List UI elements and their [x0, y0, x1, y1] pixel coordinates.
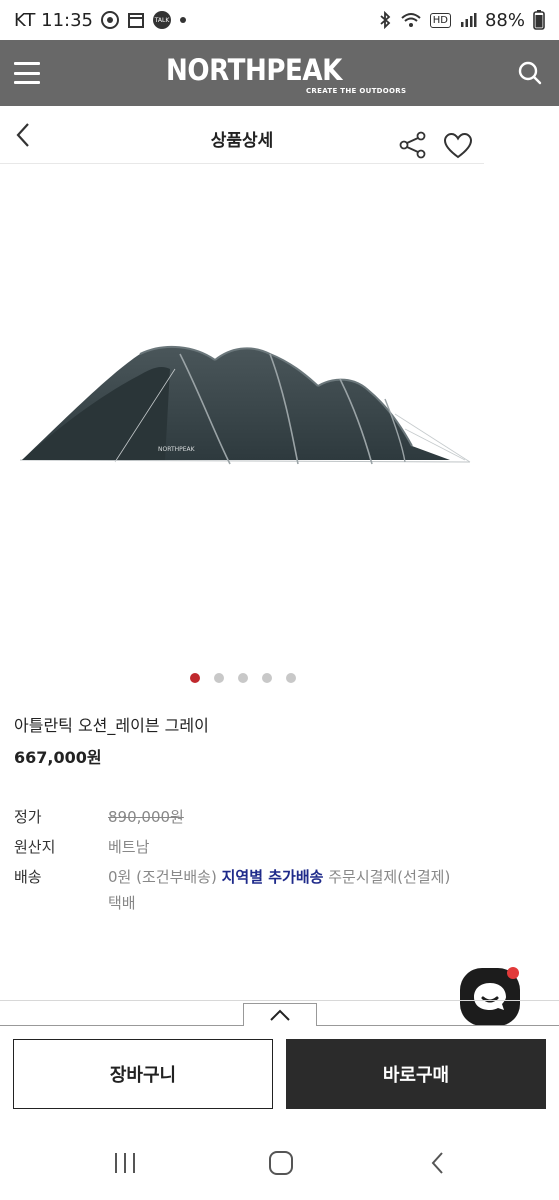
recent-apps-icon[interactable]	[105, 1147, 145, 1179]
divider	[0, 1000, 559, 1001]
carousel-dot-1[interactable]	[189, 673, 200, 683]
list-price-value: 890,000원	[108, 808, 184, 826]
talk-icon: TALK	[153, 11, 171, 29]
bluetooth-icon	[378, 11, 392, 29]
origin-label: 원산지	[14, 838, 56, 856]
product-image[interactable]: NORTHPEAK	[0, 164, 559, 664]
chevron-up-icon	[270, 1009, 290, 1021]
logo-text: NORTHPEAK CREATE THE OUTDOORS	[166, 55, 406, 95]
carousel-dot-4[interactable]	[261, 673, 272, 683]
brand-tagline: CREATE THE OUTDOORS	[306, 87, 407, 95]
hd-icon: HD	[429, 12, 451, 28]
shipping-label: 배송	[14, 868, 42, 886]
info-row-list-price: 정가 890,000원	[14, 806, 464, 828]
info-row-shipping: 배송 0원 (조건부배송) 지역별 추가배송 주문시결제(선결제)	[14, 866, 464, 888]
calendar-icon	[127, 11, 145, 29]
menu-line	[14, 81, 40, 84]
search-icon[interactable]	[517, 60, 543, 86]
hamburger-menu-button[interactable]	[14, 62, 40, 84]
brand-logo[interactable]: NORTHPEAK CREATE THE OUTDOORS	[160, 48, 406, 102]
carousel-dot-5[interactable]	[285, 673, 296, 683]
signal-icon	[459, 11, 477, 29]
battery-level: 88%	[484, 9, 525, 31]
menu-line	[14, 71, 40, 75]
carousel-indicators	[0, 673, 485, 683]
product-price: 667,000원	[14, 748, 102, 767]
status-bar: KT 11:35 TALK HD 88%	[0, 0, 559, 40]
chrome-icon	[101, 11, 119, 29]
product-info-table: 정가 890,000원 원산지 베트남 배송 0원 (조건부배송) 지역별 추가…	[14, 806, 464, 914]
menu-line	[14, 62, 40, 65]
regional-shipping-link[interactable]: 지역별 추가배송	[222, 868, 324, 886]
home-icon[interactable]	[261, 1147, 301, 1179]
back-icon[interactable]	[418, 1147, 458, 1179]
brand-name: NORTHPEAK	[166, 53, 342, 87]
list-price-label: 정가	[14, 808, 42, 826]
status-left: KT 11:35 TALK	[14, 10, 187, 31]
product-name: 아틀란틱 오션_레이븐 그레이	[14, 716, 209, 735]
brand-header: NORTHPEAK CREATE THE OUTDOORS	[0, 40, 559, 106]
notification-dot	[507, 967, 519, 979]
shipping-free: 0원 (조건부배송)	[108, 868, 217, 886]
dot-icon	[179, 16, 187, 24]
cart-button[interactable]: 장바구니	[13, 1039, 273, 1109]
tent-image: NORTHPEAK	[19, 345, 471, 465]
shipping-method: 택배	[108, 894, 136, 912]
info-row-origin: 원산지 베트남	[14, 836, 464, 858]
carousel-dot-2[interactable]	[213, 673, 224, 683]
buy-now-button[interactable]: 바로구매	[286, 1039, 546, 1109]
android-nav-bar	[0, 1125, 559, 1200]
carousel-dot-3[interactable]	[237, 673, 248, 683]
heart-icon[interactable]	[443, 132, 473, 160]
status-right: HD 88%	[378, 10, 545, 31]
carrier-time: KT 11:35	[14, 9, 93, 31]
page-header: 상품상세	[0, 106, 484, 164]
share-icon[interactable]	[398, 130, 428, 160]
shipping-value: 0원 (조건부배송) 지역별 추가배송 주문시결제(선결제)	[108, 866, 464, 888]
collapse-toggle-button[interactable]	[243, 1003, 317, 1026]
origin-value: 베트남	[108, 838, 150, 856]
battery-icon	[533, 10, 545, 30]
wifi-icon	[400, 11, 422, 29]
shipping-rest: 주문시결제(선결제)	[328, 868, 451, 886]
tent-logo-text: NORTHPEAK	[158, 446, 196, 453]
